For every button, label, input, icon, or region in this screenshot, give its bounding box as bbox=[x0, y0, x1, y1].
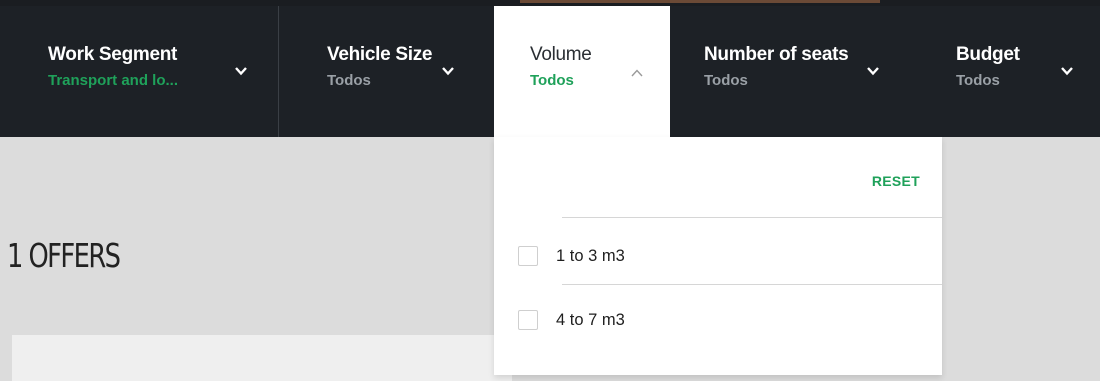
filter-title: Vehicle Size bbox=[327, 44, 433, 65]
chevron-down-icon bbox=[442, 67, 454, 76]
option-1-to-3-m3[interactable]: 1 to 3 m3 bbox=[518, 244, 625, 268]
checkbox[interactable] bbox=[518, 310, 538, 330]
filter-value: Todos bbox=[704, 72, 748, 89]
divider bbox=[562, 217, 942, 218]
filter-title: Work Segment bbox=[48, 44, 178, 65]
filter-work-segment[interactable]: Work Segment Transport and lo... bbox=[0, 6, 279, 137]
reset-button[interactable]: RESET bbox=[872, 173, 920, 189]
chevron-down-icon bbox=[235, 67, 247, 76]
filter-value: Todos bbox=[327, 72, 371, 89]
filter-title: Budget bbox=[956, 44, 1020, 65]
filter-value: Todos bbox=[530, 72, 574, 89]
option-label: 1 to 3 m3 bbox=[556, 246, 625, 265]
filter-value: Todos bbox=[956, 72, 1000, 89]
chevron-down-icon bbox=[1061, 67, 1073, 76]
filter-vehicle-size[interactable]: Vehicle Size Todos bbox=[279, 6, 494, 137]
option-4-to-7-m3[interactable]: 4 to 7 m3 bbox=[518, 308, 625, 332]
top-accent-line bbox=[520, 0, 880, 3]
filter-title: Volume bbox=[530, 44, 592, 65]
divider bbox=[562, 284, 942, 285]
filter-budget[interactable]: Budget Todos bbox=[926, 6, 1100, 137]
checkbox[interactable] bbox=[518, 246, 538, 266]
chevron-up-icon bbox=[631, 69, 643, 77]
filter-bar: Work Segment Transport and lo... Vehicle… bbox=[0, 6, 1100, 137]
filter-volume[interactable]: Volume Todos bbox=[494, 6, 670, 137]
offers-count: 1 OFFERS bbox=[7, 236, 121, 275]
filter-number-of-seats[interactable]: Number of seats Todos bbox=[670, 6, 926, 137]
offer-card[interactable] bbox=[12, 335, 512, 381]
volume-dropdown: RESET 1 to 3 m3 4 to 7 m3 bbox=[494, 137, 942, 375]
filter-title: Number of seats bbox=[704, 44, 849, 65]
option-label: 4 to 7 m3 bbox=[556, 310, 625, 329]
chevron-down-icon bbox=[867, 67, 879, 76]
